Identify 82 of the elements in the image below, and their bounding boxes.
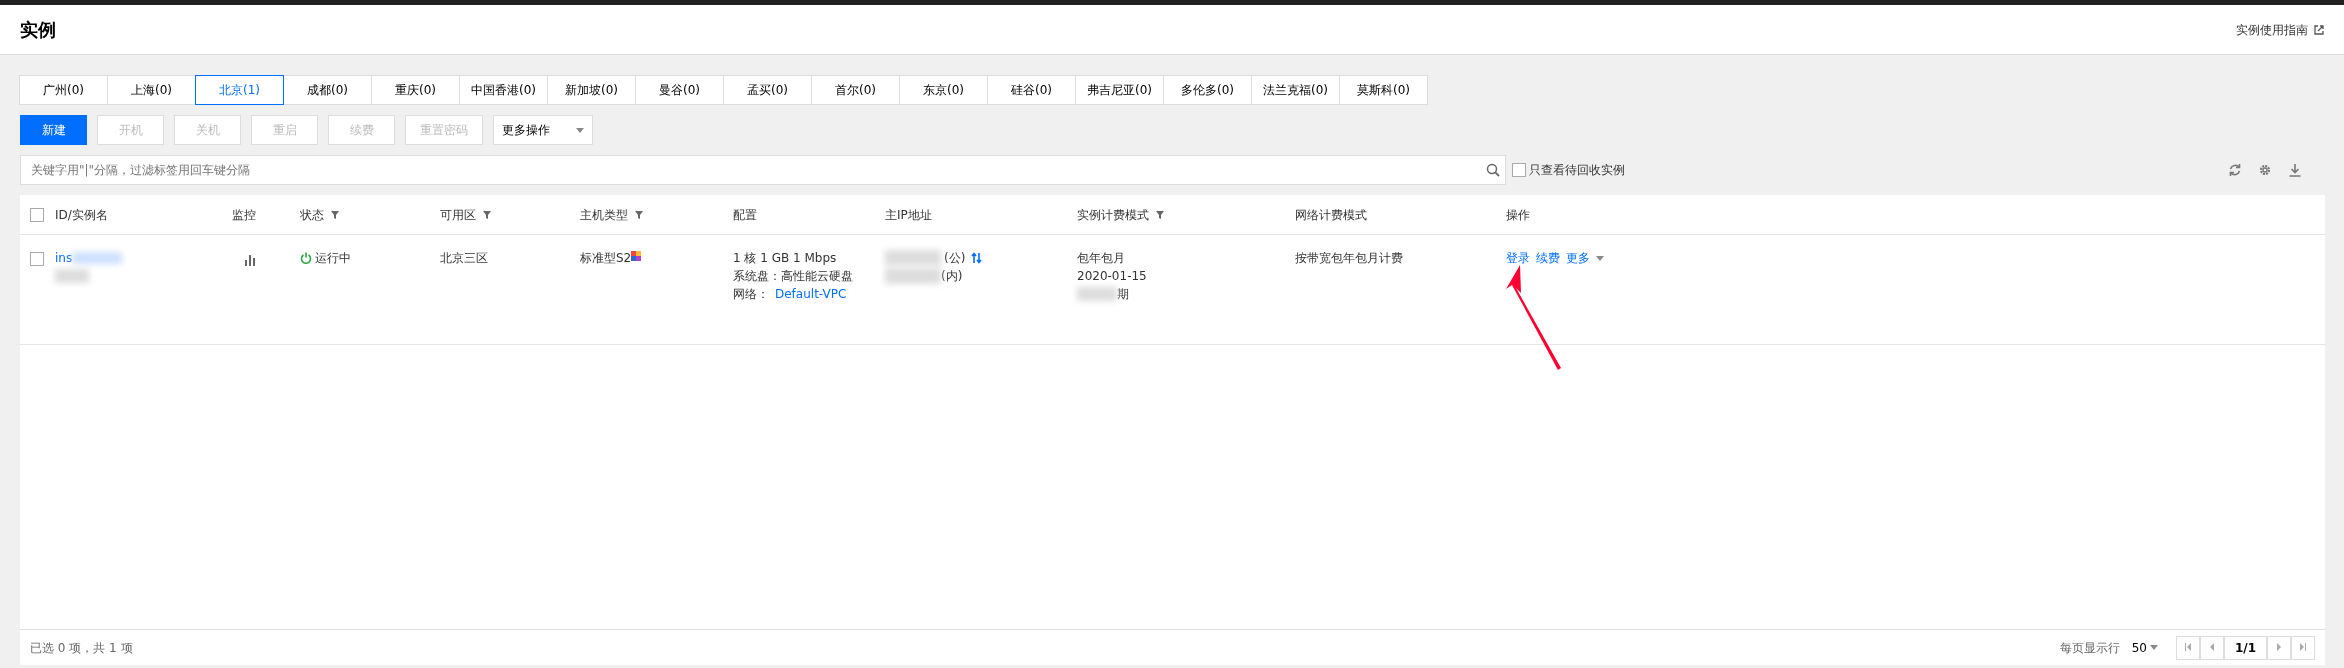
row-checkbox[interactable] [30,252,44,266]
billing-line: 包年包月 [1077,250,1126,267]
column-header: 可用区 [440,206,476,224]
billing-line: 期 [1117,286,1129,303]
action-link[interactable]: 续费 [1536,249,1560,267]
refresh-icon[interactable] [2228,163,2242,177]
region-tab[interactable]: 成都(0) [283,75,372,105]
region-tab[interactable]: 中国香港(0) [459,75,548,105]
page-title: 实例 [20,18,56,42]
column-header: 主机类型 [580,206,628,224]
power-icon [300,252,312,264]
table-cell-text: 标准型S2 [580,250,632,267]
column-header: 监控 [232,206,256,224]
redaction-blur [55,269,89,283]
config-line: 系统盘：高性能云硬盘 [733,268,854,285]
caret-icon[interactable] [1596,256,1604,261]
colorful-badge-icon [631,251,642,261]
last-page-button[interactable] [2291,635,2315,660]
column-header: 实例计费模式 [1077,206,1149,224]
table-cell: 按带宽包年包月计费 [1295,251,1403,265]
guide-link[interactable]: 实例使用指南 [2236,20,2308,39]
caret-icon [576,127,584,133]
region-tab[interactable]: 曼谷(0) [635,75,724,105]
toolbar-button[interactable]: 新建 [20,115,87,145]
action-link[interactable]: 登录 [1506,249,1530,267]
next-page-icon[interactable] [2275,643,2283,651]
page-indicator: 1/1 [2223,635,2267,660]
region-tab[interactable]: 上海(0) [107,75,196,105]
search-field[interactable]: 关键字用"|"分隔，过滤标签用回车键分隔 [20,155,1506,185]
region-tab[interactable]: 多伦多(0) [1163,75,1252,105]
redaction-blur [885,268,941,284]
first-page-button[interactable] [2175,635,2200,660]
column-header: 配置 [733,206,757,224]
redaction-blur [1077,287,1117,301]
status-text: 运行中 [315,250,351,267]
redaction-blur [885,250,941,266]
redaction-blur [72,252,123,264]
filter-icon[interactable] [330,209,340,220]
swap-icon[interactable] [971,252,983,264]
checkbox-label: 只查看待回收实例 [1529,162,1625,179]
selection-count: 已选 0 项，共 1 项 [30,639,133,657]
region-tab[interactable]: 东京(0) [899,75,988,105]
column-header: 操作 [1506,206,1530,224]
config-line: 1 核 1 GB 1 Mbps [733,250,838,267]
select-all-checkbox[interactable] [30,207,44,222]
column-header: ID/实例名 [55,206,108,224]
column-header: 状态 [300,206,324,224]
region-tab[interactable]: 北京(1) [195,75,284,105]
download-icon[interactable] [2288,163,2302,177]
more-actions-dropdown[interactable]: 更多操作 [493,115,593,145]
region-tab[interactable]: 孟买(0) [723,75,812,105]
first-page-icon[interactable] [2183,643,2192,651]
column-header: 主IP地址 [885,206,932,224]
filter-icon[interactable] [482,209,492,220]
instance-id-link[interactable]: ins [55,249,73,267]
region-tab[interactable]: 法兰克福(0) [1251,75,1340,105]
column-header: 网络计费模式 [1295,206,1367,224]
ip-label: (内) [941,268,963,285]
filter-icon[interactable] [1155,209,1165,220]
external-link-icon[interactable] [2314,24,2324,35]
region-tab[interactable]: 弗吉尼亚(0) [1075,75,1164,105]
action-link[interactable]: 更多 [1566,249,1590,267]
region-tab[interactable]: 硅谷(0) [987,75,1076,105]
page-size-select[interactable]: 50 [2131,638,2158,657]
search-icon[interactable] [1486,163,1500,177]
region-tab[interactable]: 广州(0) [19,75,108,105]
network-link[interactable]: Default-VPC [775,287,847,301]
last-page-icon[interactable] [2299,643,2307,651]
network-label: 网络： [733,287,769,301]
billing-line: 2020-01-15 [1077,268,1148,285]
settings-icon[interactable] [2258,163,2272,177]
ip-label: (公) [944,250,966,267]
region-tab[interactable]: 莫斯科(0) [1339,75,1428,105]
caret-icon [2149,645,2158,650]
region-tab[interactable]: 首尔(0) [811,75,900,105]
page-size-label: 每页显示行 [2059,639,2120,657]
bar-chart-icon[interactable] [244,254,256,266]
table-cell: 北京三区 [440,251,488,265]
filter-icon[interactable] [634,209,644,220]
region-tab[interactable]: 重庆(0) [371,75,460,105]
checkbox[interactable] [1512,163,1526,177]
region-tab[interactable]: 新加坡(0) [547,75,636,105]
